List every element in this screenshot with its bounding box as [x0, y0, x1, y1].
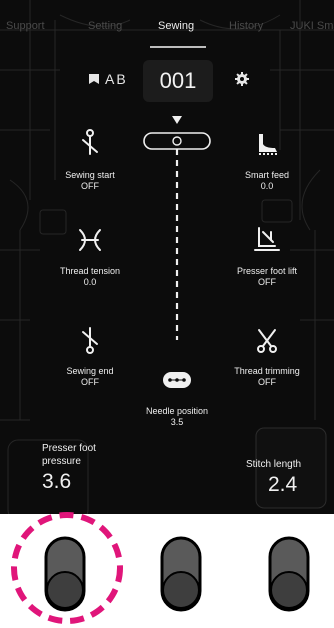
smart-feed-label: Smart feed: [244, 170, 290, 180]
stitch-length-value: 2.4: [268, 473, 298, 496]
smart-feed-icon: [259, 134, 277, 155]
presser-foot-pressure-control[interactable]: Presser foot pressure 3.6: [42, 442, 96, 494]
sewing-end-icon: [82, 327, 98, 354]
sewing-start-value: OFF: [81, 181, 99, 191]
presser-foot-lift-label: Presser foot lift: [236, 266, 298, 276]
presser-foot-pressure-label-line2: pressure: [42, 456, 81, 467]
sewing-start-label: Sewing start: [65, 170, 115, 180]
scissors-icon: [257, 329, 277, 353]
smart-feed-control[interactable]: Smart feed 0.0: [207, 126, 327, 192]
needle-position-control[interactable]: Needle position 3.5: [117, 362, 237, 428]
center-knob[interactable]: [156, 534, 206, 614]
needle-position-value: 3.5: [170, 417, 184, 427]
sewing-start-icon: [82, 129, 98, 155]
needle-position-icon: [163, 372, 191, 388]
presser-foot-lift-control[interactable]: Presser foot lift OFF: [207, 222, 327, 288]
presser-foot-pressure-value: 3.6: [42, 470, 72, 493]
thread-tension-icon: [79, 229, 101, 251]
thread-tension-control[interactable]: Thread tension 0.0: [30, 222, 150, 288]
smart-feed-value: 0.0: [260, 181, 274, 191]
stitch-length-control[interactable]: Stitch length 2.4: [246, 458, 301, 497]
presser-foot-lift-value: OFF: [258, 277, 276, 287]
stitch-length-label: Stitch length: [246, 459, 302, 470]
presser-foot-lift-icon: [254, 227, 280, 251]
needle-position-label: Needle position: [145, 406, 209, 416]
right-knob[interactable]: [264, 534, 314, 614]
presser-foot-pressure-label-line1: Presser foot: [42, 443, 96, 454]
sewing-screen: Support Setting Sewing History JUKI Smar…: [0, 0, 334, 514]
thread-tension-label: Thread tension: [59, 266, 121, 276]
sewing-start-control[interactable]: Sewing start OFF: [30, 126, 150, 192]
knob-highlight-circle: [11, 512, 123, 624]
thread-tension-value: 0.0: [83, 277, 97, 287]
